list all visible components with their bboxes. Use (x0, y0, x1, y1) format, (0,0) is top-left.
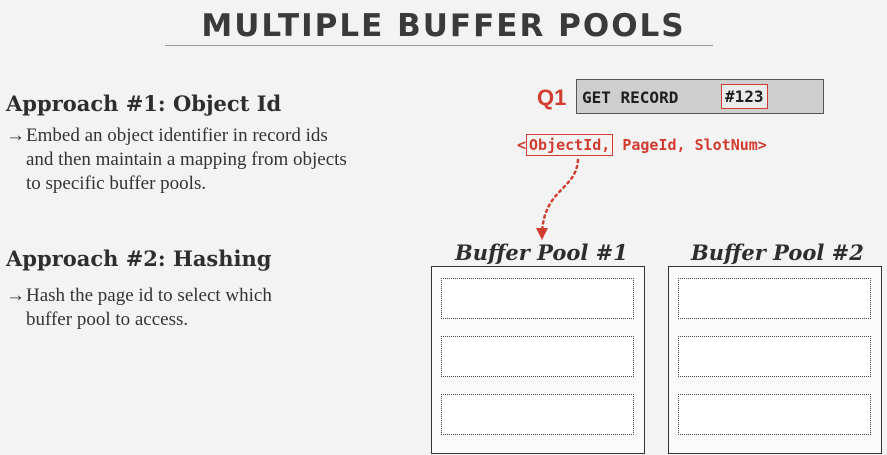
bullet-arrow-icon: → (6, 125, 25, 146)
pool1-frame (441, 278, 634, 319)
approach1-bullet: →Embed an object identifier in record id… (6, 124, 506, 196)
mapping-arrow-head (536, 228, 548, 240)
buffer-pool-2 (668, 266, 882, 454)
mapping-arrow-path (540, 158, 580, 234)
approach2-bullet: →Hash the page id to select which buffer… (6, 284, 426, 332)
slide-title: MULTIPLE BUFFER POOLS (201, 8, 686, 44)
buffer-pool-1 (431, 266, 645, 454)
pool1-frame (441, 336, 634, 377)
approach1-heading: Approach #1: Object Id (6, 91, 282, 116)
title-divider (165, 45, 713, 46)
query-label: Q1 (537, 85, 567, 110)
pool1-title: Buffer Pool #1 (455, 240, 628, 265)
approach2-line-2: buffer pool to access. (26, 309, 189, 330)
query-command: GET RECORD (582, 88, 679, 107)
approach1-line-3: to specific buffer pools. (26, 173, 207, 194)
pool2-frame (678, 278, 871, 319)
query-record-id: #123 (721, 84, 768, 109)
tuple-open: < (517, 136, 527, 154)
approach1-line-1: Embed an object identifier in record ids (26, 125, 328, 146)
approach2-heading: Approach #2: Hashing (6, 246, 272, 271)
pool2-frame (678, 394, 871, 435)
tuple-object-id: ObjectId, (526, 134, 614, 156)
pool1-frame (441, 394, 634, 435)
approach1-line-2: and then maintain a mapping from objects (26, 149, 347, 170)
record-id-tuple: < ObjectId, PageId, SlotNum> (517, 134, 767, 156)
pool2-title: Buffer Pool #2 (691, 240, 864, 265)
query-box: GET RECORD #123 (576, 79, 824, 114)
bullet-arrow-icon: → (6, 285, 25, 306)
pool2-frame (678, 336, 871, 377)
approach2-line-1: Hash the page id to select which (26, 285, 272, 306)
tuple-rest: PageId, SlotNum> (613, 136, 767, 154)
